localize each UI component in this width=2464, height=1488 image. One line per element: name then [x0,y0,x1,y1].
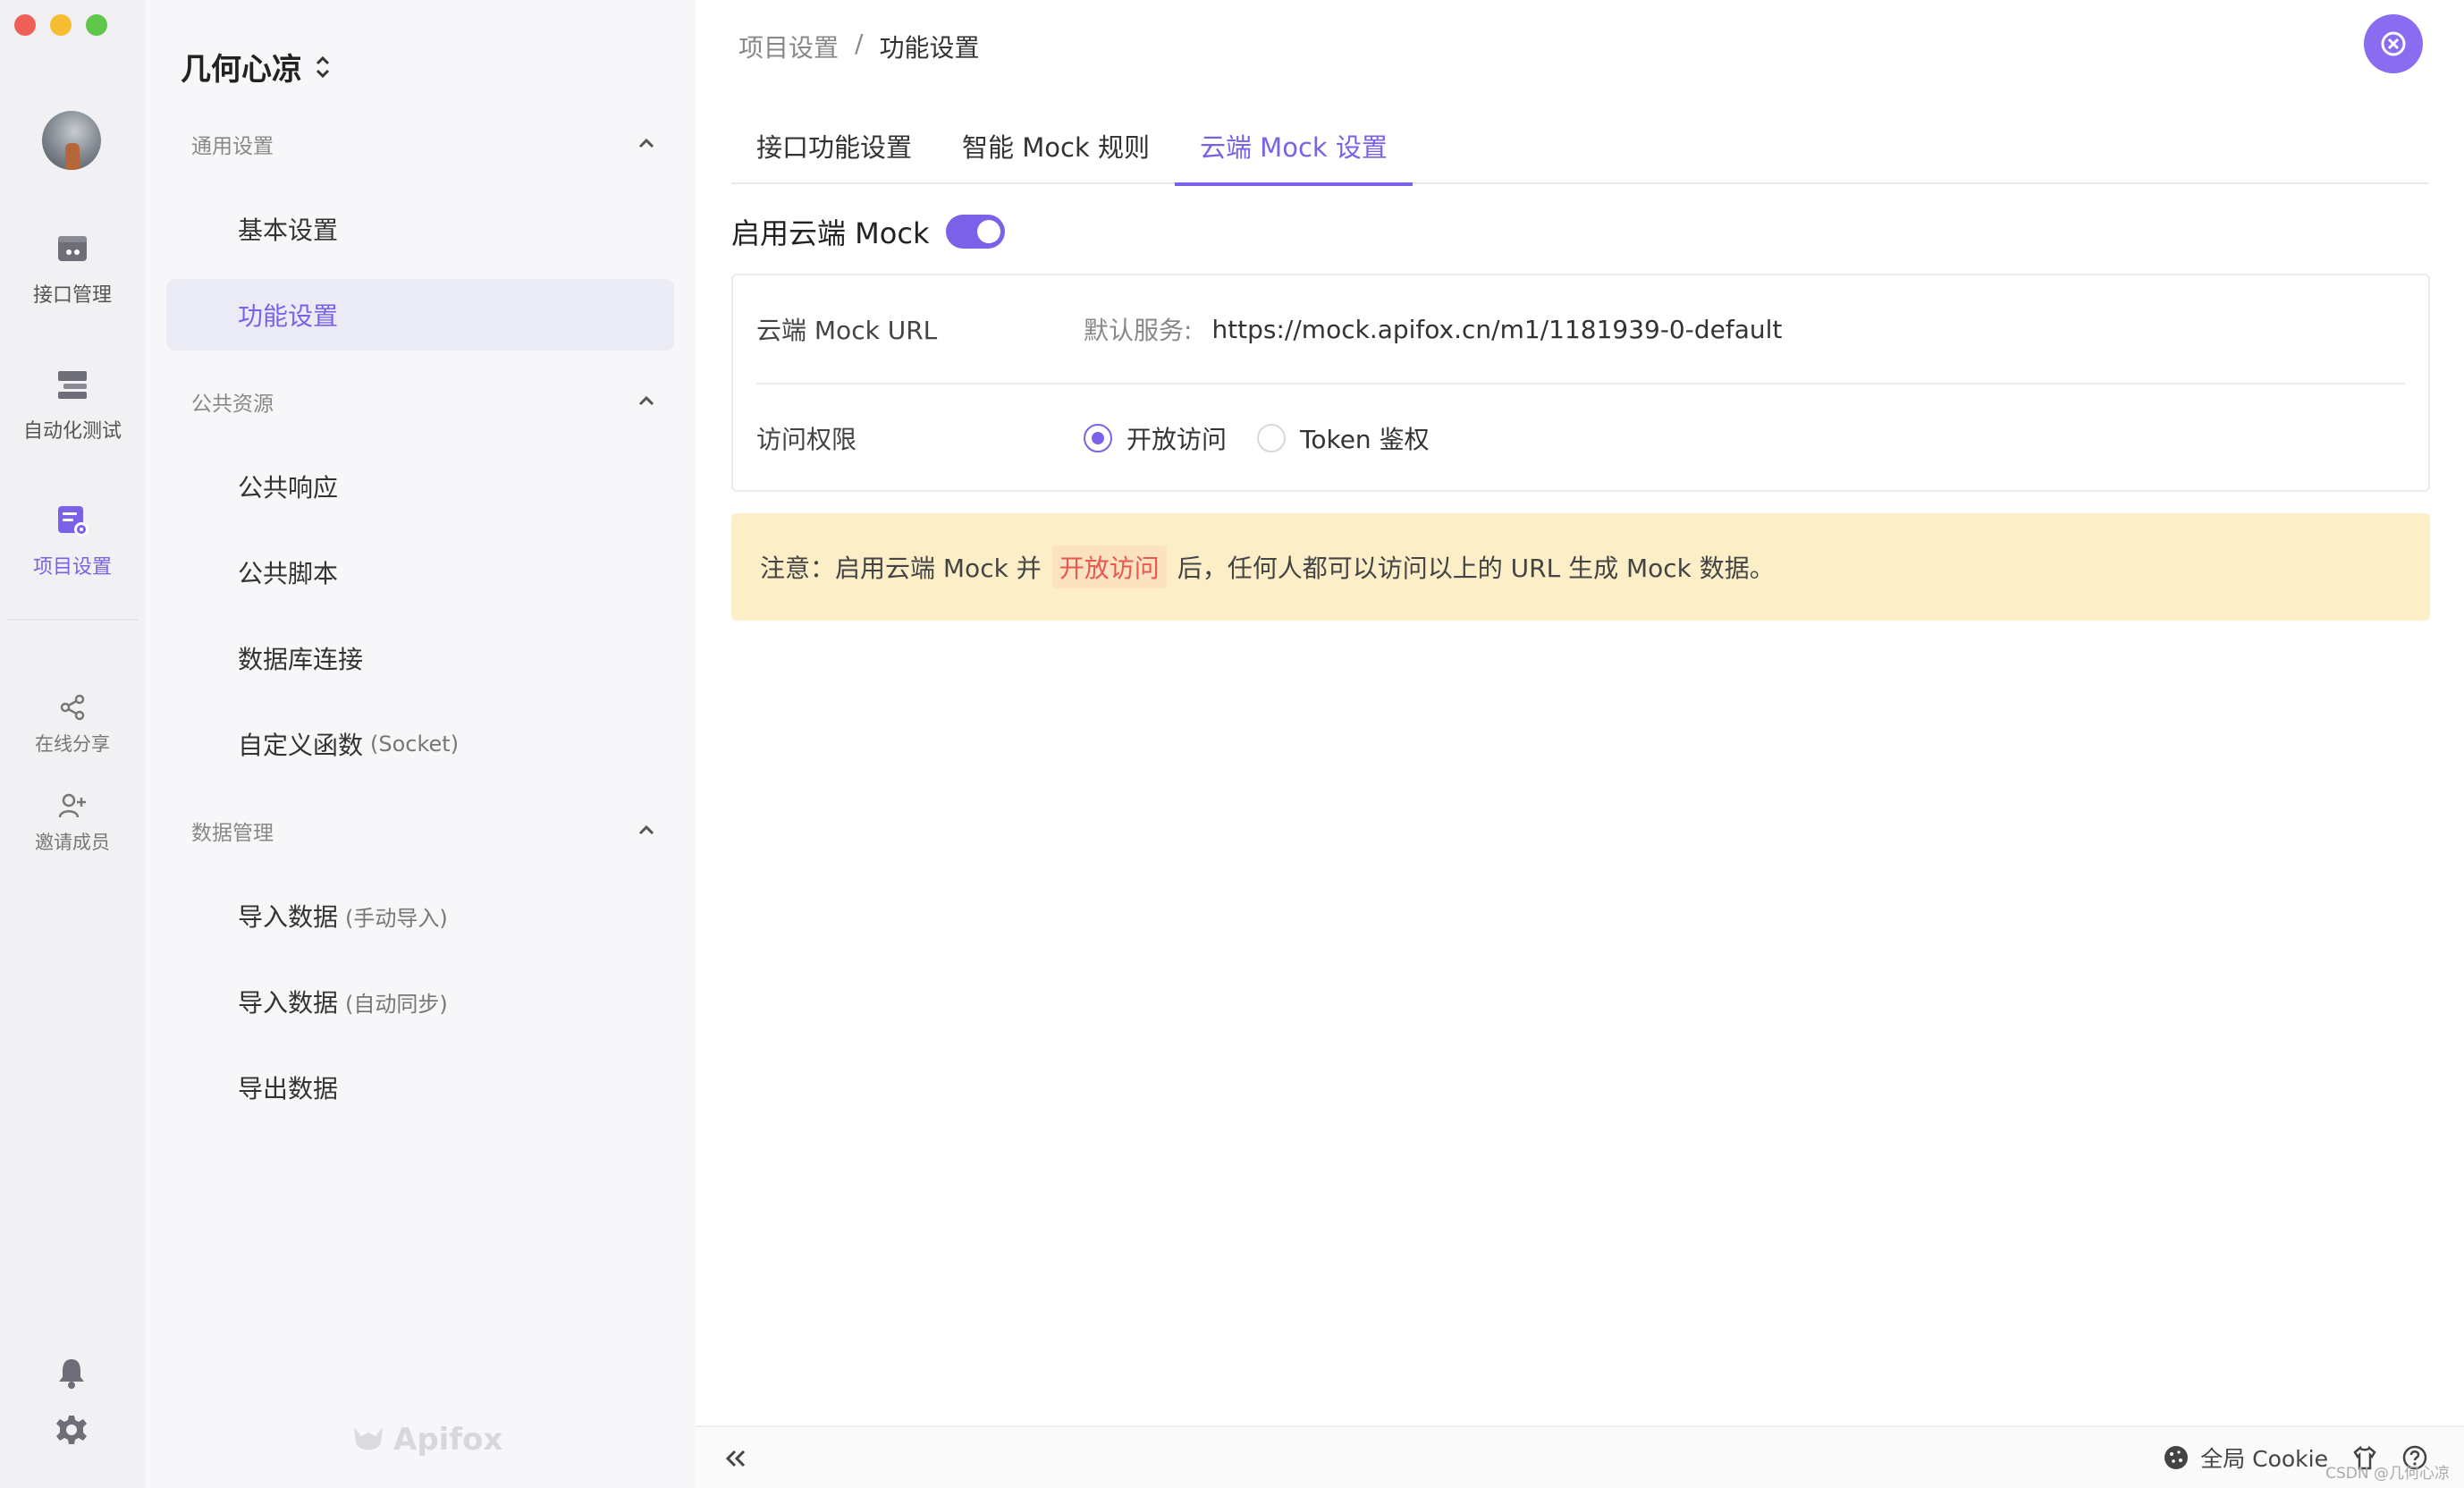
settings-sidebar: 几何心凉 通用设置 基本设置 功能设置 公共资源 公共响应 公共脚本 数据库连接… [145,0,696,1488]
radio-unchecked-icon [1257,424,1287,452]
rail-item-label: 接口管理 [32,284,112,307]
nav-item-label: 导入数据 [238,988,339,1018]
rail-item-label: 自动化测试 [22,420,122,443]
access-permission-label: 访问权限 [756,425,857,454]
sync-button[interactable] [2364,14,2423,73]
main-content: 项目设置 / 功能设置 接口功能设置 智能 Mock 规则 云端 Mock 设置… [696,0,2464,1488]
radio-checked-icon [1084,424,1112,452]
nav-item-sublabel: (Socket) [370,731,460,757]
chevron-up-icon [638,138,654,148]
collapse-sidebar-icon[interactable] [722,1445,749,1472]
brand-name: Apifox [393,1422,503,1458]
radio-label: 开放访问 [1127,425,1228,454]
nav-item-sublabel: (手动导入) [345,905,448,931]
rail-item-label: 项目设置 [32,556,112,579]
nav-item-custom-function[interactable]: 自定义函数 (Socket) [166,708,674,780]
nav-item-public-script[interactable]: 公共脚本 [166,537,674,608]
cookie-icon [2164,1446,2189,1469]
cloud-mock-card: 云端 Mock URL 默认服务: https://mock.apifox.cn… [731,274,2430,492]
enable-cloud-mock-label: 启用云端 Mock [731,216,930,250]
mock-url-value[interactable]: https://mock.apifox.cn/m1/1181939-0-defa… [1211,315,1782,344]
window-controls [14,14,107,36]
rail-item-invite[interactable]: 邀请成员 [0,790,145,855]
global-cookie-label: 全局 Cookie [2200,1446,2328,1472]
breadcrumb-current: 功能设置 [879,33,980,63]
invite-icon [58,793,86,818]
chevron-up-icon [638,824,654,835]
global-cookie-button[interactable]: 全局 Cookie [2163,1442,2328,1474]
breadcrumb: 项目设置 / 功能设置 [738,29,979,64]
switch-chevron-icon [316,55,330,78]
tab-smart-mock-rules[interactable]: 智能 Mock 规则 [937,107,1175,184]
breadcrumb-parent[interactable]: 项目设置 [738,29,839,64]
nav-item-import-manual[interactable]: 导入数据 (手动导入) [166,880,674,951]
status-bar: 全局 Cookie CSDN @几何心凉 [696,1425,2464,1488]
group-title: 通用设置 [191,135,274,158]
group-title: 公共资源 [191,393,274,416]
radio-label: Token 鉴权 [1300,425,1430,454]
minimize-window-button[interactable] [50,14,72,36]
share-icon [60,694,85,721]
tab-api-features[interactable]: 接口功能设置 [731,107,937,184]
notice-text-before: 注意：启用云端 Mock 并 [760,554,1042,583]
radio-token-auth[interactable]: Token 鉴权 [1257,420,1430,456]
nav-item-public-response[interactable]: 公共响应 [166,451,674,522]
project-settings-icon [58,506,89,537]
nav-item-import-auto-sync[interactable]: 导入数据 (自动同步) [166,966,674,1037]
radio-open-access[interactable]: 开放访问 [1084,420,1227,456]
rail-item-automation[interactable]: 自动化测试 [0,367,145,444]
group-title: 数据管理 [191,822,274,845]
chevron-up-icon [638,395,654,406]
group-header-general[interactable]: 通用设置 [191,129,656,159]
enable-cloud-mock-toggle[interactable] [945,215,1005,249]
maximize-window-button[interactable] [86,14,107,36]
notice-banner: 注意：启用云端 Mock 并 开放访问 后，任何人都可以访问以上的 URL 生成… [731,513,2430,621]
access-radio-group: 开放访问 Token 鉴权 [1084,420,1430,456]
test-icon [58,371,87,399]
nav-item-label: 功能设置 [238,301,339,331]
access-permission-row: 访问权限 开放访问 Token 鉴权 [756,385,2405,492]
nav-item-label: 自定义函数 [238,731,364,760]
api-icon [58,236,87,261]
project-switcher[interactable]: 几何心凉 [181,45,333,89]
group-header-data-management[interactable]: 数据管理 [191,816,656,846]
rail-item-project-settings[interactable]: 项目设置 [0,503,145,579]
breadcrumb-separator: / [855,29,864,58]
refresh-icon [2381,31,2406,56]
nav-item-export-data[interactable]: 导出数据 [166,1052,674,1123]
left-rail: 接口管理 自动化测试 项目设置 在线分享 邀请成员 [0,0,145,1488]
gear-icon[interactable] [55,1413,89,1447]
enable-cloud-mock-row: 启用云端 Mock [731,211,1005,252]
rail-divider [7,619,138,621]
rail-item-share[interactable]: 在线分享 [0,692,145,757]
rail-item-label: 邀请成员 [35,832,110,853]
project-title: 几何心凉 [181,52,302,88]
nav-item-feature-settings[interactable]: 功能设置 [166,279,674,351]
bell-icon[interactable] [55,1356,89,1390]
rail-item-api[interactable]: 接口管理 [0,231,145,308]
tab-cloud-mock-settings[interactable]: 云端 Mock 设置 [1174,107,1413,186]
nav-item-label: 导入数据 [238,902,339,932]
nav-item-label: 基本设置 [238,216,339,245]
mock-url-row: 云端 Mock URL 默认服务: https://mock.apifox.cn… [756,275,2405,385]
watermark: CSDN @几何心凉 [2325,1465,2450,1483]
notice-text-after: 后，任何人都可以访问以上的 URL 生成 Mock 数据。 [1177,554,1775,583]
nav-item-sublabel: (自动同步) [345,991,448,1017]
mock-url-prefix: 默认服务: [1084,316,1193,345]
avatar[interactable] [42,111,101,170]
group-header-public-resources[interactable]: 公共资源 [191,386,656,417]
rail-item-label: 在线分享 [35,733,110,755]
nav-item-label: 数据库连接 [238,645,364,674]
apifox-logo-icon [354,1427,383,1450]
notice-highlight: 开放访问 [1051,545,1167,588]
apifox-logo: Apifox [350,1422,502,1458]
nav-item-basic-settings[interactable]: 基本设置 [166,193,674,265]
nav-item-label: 导出数据 [238,1074,339,1103]
close-window-button[interactable] [14,14,36,36]
nav-item-database-connection[interactable]: 数据库连接 [166,622,674,694]
settings-tabs: 接口功能设置 智能 Mock 规则 云端 Mock 设置 [731,107,2428,186]
mock-url-label: 云端 Mock URL [756,316,938,345]
nav-item-label: 公共响应 [238,473,339,503]
nav-item-label: 公共脚本 [238,559,339,588]
